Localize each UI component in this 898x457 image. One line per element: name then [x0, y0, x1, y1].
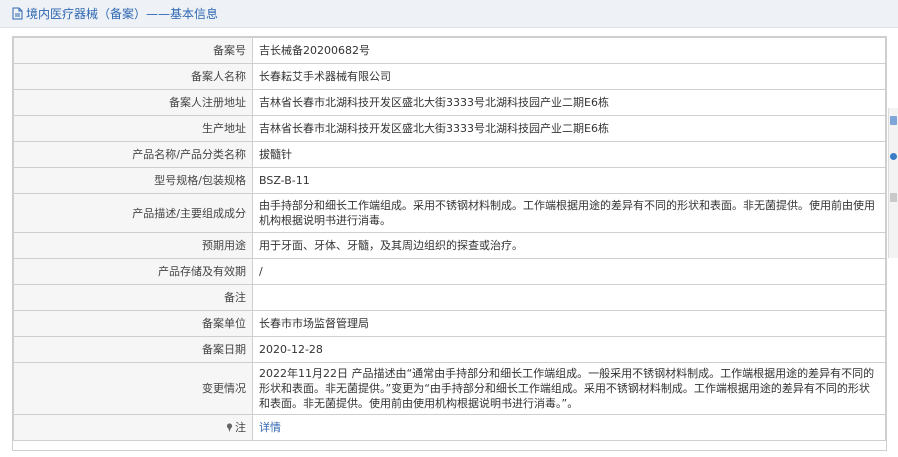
row-value [252, 284, 886, 311]
row-value: 长春市市场监督管理局 [252, 310, 886, 337]
info-table: 备案号 吉长械备20200682号 备案人名称 长春耘艾手术器械有限公司 备案人… [13, 37, 886, 441]
side-toolbar-icon[interactable] [890, 116, 897, 125]
row-label: 备注 [13, 284, 253, 311]
row-label: 生产地址 [13, 115, 253, 142]
side-toolbar-icon[interactable] [890, 153, 897, 160]
table-row: 备案号 吉长械备20200682号 [13, 37, 886, 64]
row-label: 产品名称/产品分类名称 [13, 141, 253, 168]
table-row: 注 详情 [13, 414, 886, 441]
table-row: 变更情况 2022年11月22日 产品描述由“通常由手持部分和细长工作端组成。一… [13, 362, 886, 415]
page-header: 境内医疗器械（备案）——基本信息 [0, 0, 898, 28]
row-value: 2022年11月22日 产品描述由“通常由手持部分和细长工作端组成。一般采用不锈… [252, 362, 886, 415]
row-label: 产品描述/主要组成成分 [13, 193, 253, 233]
row-value: 由手持部分和细长工作端组成。采用不锈钢材料制成。工作端根据用途的差异有不同的形状… [252, 193, 886, 233]
row-value: 拔髓针 [252, 141, 886, 168]
table-row: 备案人注册地址 吉林省长春市北湖科技开发区盛北大街3333号北湖科技园产业二期E… [13, 89, 886, 116]
row-value: 吉长械备20200682号 [252, 37, 886, 64]
table-row: 生产地址 吉林省长春市北湖科技开发区盛北大街3333号北湖科技园产业二期E6栋 [13, 115, 886, 142]
info-panel: 备案号 吉长械备20200682号 备案人名称 长春耘艾手术器械有限公司 备案人… [12, 36, 887, 451]
row-value: / [252, 258, 886, 285]
side-toolbar [888, 108, 898, 258]
table-row: 预期用途 用于牙面、牙体、牙髓，及其周边组织的探查或治疗。 [13, 232, 886, 259]
row-value: 吉林省长春市北湖科技开发区盛北大街3333号北湖科技园产业二期E6栋 [252, 115, 886, 142]
row-label: 变更情况 [13, 362, 253, 415]
row-label: 型号规格/包装规格 [13, 167, 253, 194]
row-value: 长春耘艾手术器械有限公司 [252, 63, 886, 90]
row-value: 吉林省长春市北湖科技开发区盛北大街3333号北湖科技园产业二期E6栋 [252, 89, 886, 116]
details-link[interactable]: 详情 [259, 421, 281, 434]
table-row: 备案人名称 长春耘艾手术器械有限公司 [13, 63, 886, 90]
table-row: 产品存储及有效期 / [13, 258, 886, 285]
row-label: 备案人注册地址 [13, 89, 253, 116]
table-row: 备案单位 长春市市场监督管理局 [13, 310, 886, 337]
page-title: 境内医疗器械（备案）——基本信息 [26, 7, 219, 21]
row-value: 2020-12-28 [252, 336, 886, 363]
document-icon [12, 7, 23, 20]
row-label: 备案单位 [13, 310, 253, 337]
note-label: 注 [235, 421, 246, 434]
table-row: 型号规格/包装规格 BSZ-B-11 [13, 167, 886, 194]
table-row: 产品名称/产品分类名称 拔髓针 [13, 141, 886, 168]
pin-icon [226, 423, 233, 432]
row-value: BSZ-B-11 [252, 167, 886, 194]
note-label-cell: 注 [13, 414, 253, 441]
row-value: 用于牙面、牙体、牙髓，及其周边组织的探查或治疗。 [252, 232, 886, 259]
table-row: 产品描述/主要组成成分 由手持部分和细长工作端组成。采用不锈钢材料制成。工作端根… [13, 193, 886, 233]
table-row: 备案日期 2020-12-28 [13, 336, 886, 363]
row-label: 备案人名称 [13, 63, 253, 90]
details-cell: 详情 [252, 414, 886, 441]
row-label: 预期用途 [13, 232, 253, 259]
row-label: 备案日期 [13, 336, 253, 363]
side-toolbar-icon[interactable] [890, 193, 897, 202]
row-label: 产品存储及有效期 [13, 258, 253, 285]
table-row: 备注 [13, 284, 886, 311]
row-label: 备案号 [13, 37, 253, 64]
